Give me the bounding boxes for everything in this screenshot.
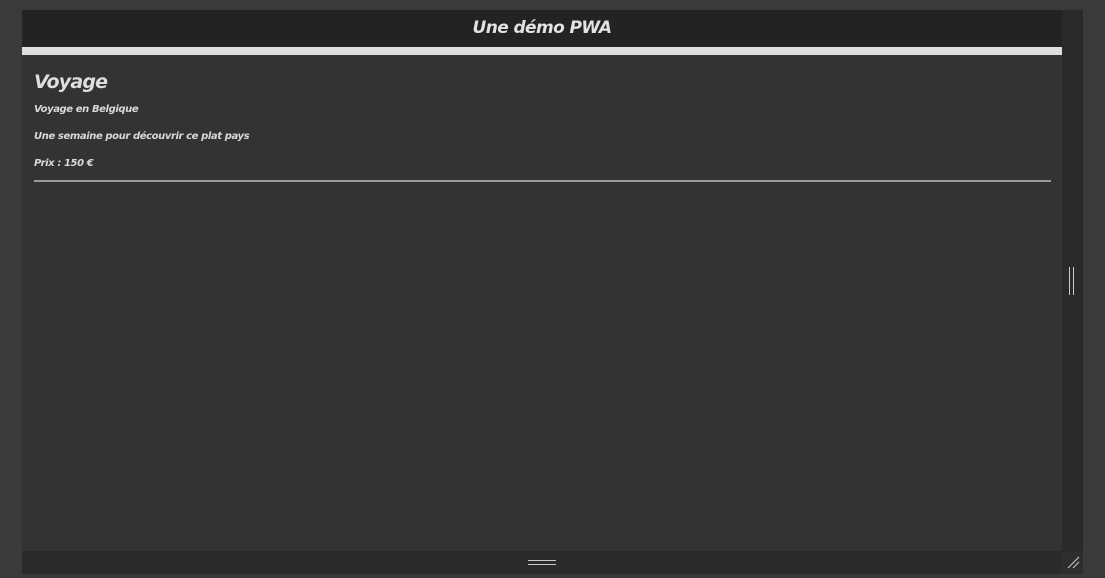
horizontal-resize-grip-icon[interactable] xyxy=(528,560,556,566)
trip-name: Voyage en Belgique xyxy=(34,104,139,115)
trip-card: Voyage en Belgique Une semaine pour déco… xyxy=(34,103,1051,182)
main-content: Voyage Voyage en Belgique Une semaine po… xyxy=(34,70,1051,182)
device-emulator-frame: Une démo PWA Voyage Voyage en Belgique U… xyxy=(22,10,1083,574)
app-title: Une démo PWA xyxy=(472,18,613,38)
app-header: Une démo PWA xyxy=(22,10,1062,47)
app-viewport: Une démo PWA Voyage Voyage en Belgique U… xyxy=(22,10,1062,551)
header-bar xyxy=(22,47,1062,55)
section-title: Voyage xyxy=(34,71,108,93)
vertical-resize-grip-icon[interactable] xyxy=(1069,267,1075,295)
corner-resize-grip-icon[interactable] xyxy=(1066,555,1080,569)
trip-description: Une semaine pour découvrir ce plat pays xyxy=(34,131,250,142)
trip-price: Prix : 150 € xyxy=(34,158,94,169)
